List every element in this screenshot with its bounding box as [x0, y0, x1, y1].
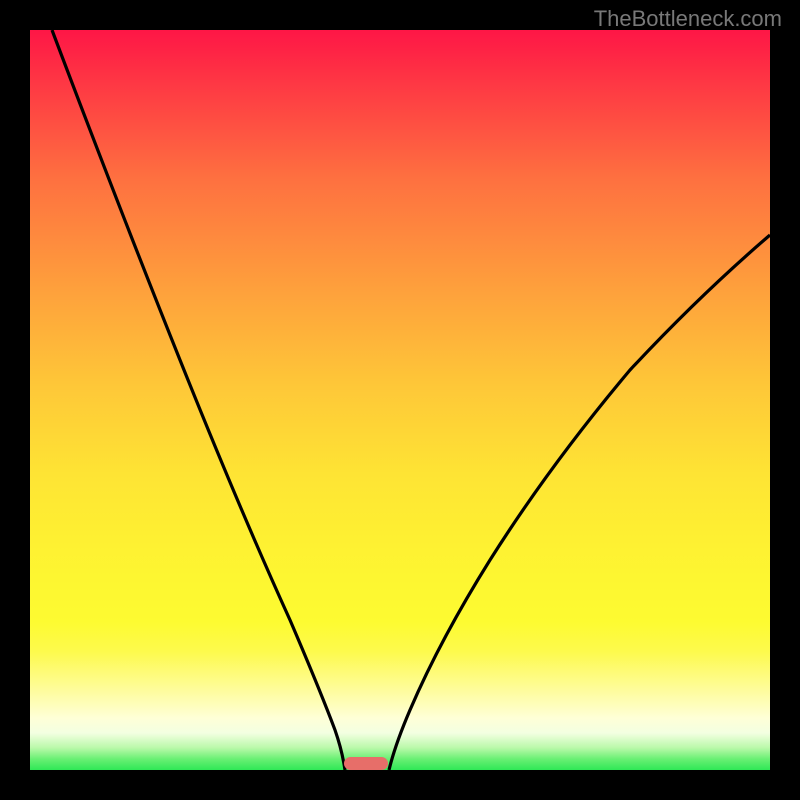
chart-plot-area: [30, 30, 770, 770]
chart-curves: [30, 30, 770, 770]
watermark-text: TheBottleneck.com: [594, 6, 782, 32]
bottleneck-marker: [344, 757, 388, 770]
left-curve: [52, 30, 345, 770]
right-curve: [389, 235, 770, 770]
